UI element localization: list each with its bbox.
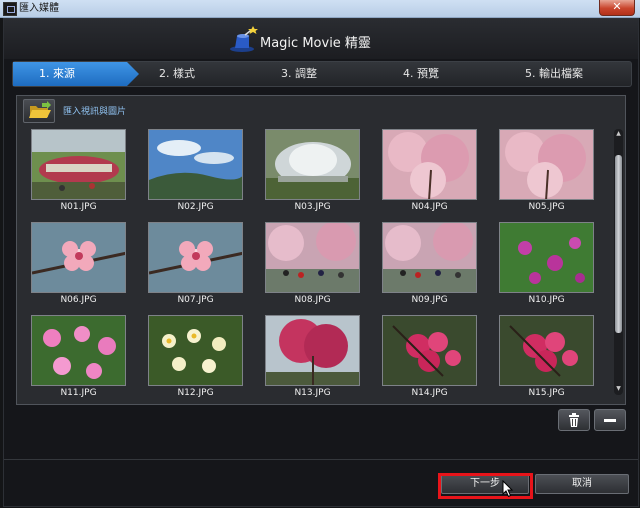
- photo-image[interactable]: [382, 315, 477, 386]
- app-icon: [3, 2, 17, 16]
- step-source[interactable]: 1. 來源: [39, 62, 75, 86]
- photo-filename: N06.JPG: [60, 295, 97, 305]
- wizard-window: 匯入媒體 ✕ Magic Movie 精靈 1. 來源 2. 樣式 3. 調整 …: [0, 0, 640, 508]
- photo-thumbnail[interactable]: N04.JPG: [382, 129, 477, 216]
- scrollbar-thumb[interactable]: [615, 155, 622, 333]
- photo-thumbnail[interactable]: N01.JPG: [31, 129, 126, 216]
- window-title: 匯入媒體: [19, 3, 59, 14]
- wizard-steps: 1. 來源 2. 樣式 3. 調整 4. 預覽 5. 輸出檔案: [12, 61, 632, 87]
- photo-image[interactable]: [265, 315, 360, 386]
- photo-filename: N11.JPG: [60, 388, 97, 398]
- photo-filename: N10.JPG: [528, 295, 565, 305]
- step-preview[interactable]: 4. 預覽: [403, 62, 439, 86]
- photo-thumbnail[interactable]: N05.JPG: [499, 129, 594, 216]
- photo-image[interactable]: [148, 129, 243, 200]
- photo-filename: N02.JPG: [177, 202, 214, 212]
- magic-hat-icon: [230, 26, 258, 52]
- scroll-down-arrow[interactable]: ▼: [615, 386, 622, 392]
- photo-image[interactable]: [382, 129, 477, 200]
- photo-filename: N15.JPG: [528, 388, 565, 398]
- photo-thumbnail[interactable]: N03.JPG: [265, 129, 360, 216]
- minus-icon: [604, 419, 616, 422]
- photo-filename: N01.JPG: [60, 202, 97, 212]
- photo-filename: N13.JPG: [294, 388, 331, 398]
- photo-thumbnail[interactable]: N06.JPG: [31, 222, 126, 309]
- import-media-button[interactable]: [23, 99, 55, 123]
- photo-image[interactable]: [148, 315, 243, 386]
- photo-image[interactable]: [499, 222, 594, 293]
- photo-filename: N07.JPG: [177, 295, 214, 305]
- wizard-header: Magic Movie 精靈: [4, 19, 638, 59]
- folder-open-icon: [29, 101, 51, 118]
- photo-image[interactable]: [31, 129, 126, 200]
- remove-button[interactable]: [594, 409, 626, 431]
- step-adjust[interactable]: 3. 調整: [281, 62, 317, 86]
- import-media-label[interactable]: 匯入視訊與圖片: [63, 104, 126, 117]
- photo-image[interactable]: [382, 222, 477, 293]
- photo-thumbnail[interactable]: N02.JPG: [148, 129, 243, 216]
- next-button[interactable]: 下一步: [441, 474, 529, 494]
- thumbnail-grid: N01.JPG N02.JPG N03.JPG N04.JPG N05.JPG N06.J…: [25, 129, 603, 399]
- step-style[interactable]: 2. 樣式: [159, 62, 195, 86]
- cancel-button[interactable]: 取消: [535, 474, 629, 494]
- photo-thumbnail[interactable]: N14.JPG: [382, 315, 477, 402]
- photo-filename: N03.JPG: [294, 202, 331, 212]
- photo-image[interactable]: [265, 129, 360, 200]
- photo-filename: N09.JPG: [411, 295, 448, 305]
- photo-filename: N08.JPG: [294, 295, 331, 305]
- step-output[interactable]: 5. 輸出檔案: [525, 62, 583, 86]
- photo-filename: N12.JPG: [177, 388, 214, 398]
- active-step-highlight: [13, 62, 139, 86]
- media-panel: 匯入視訊與圖片 N01.JPG N02.JPG N03.JPG N04.JPG N05.…: [16, 95, 626, 405]
- close-button[interactable]: ✕: [599, 0, 635, 16]
- photo-filename: N05.JPG: [528, 202, 565, 212]
- trash-icon: [569, 413, 579, 427]
- photo-thumbnail[interactable]: N12.JPG: [148, 315, 243, 402]
- title-bar: 匯入媒體 ✕: [0, 0, 640, 18]
- photo-thumbnail[interactable]: N15.JPG: [499, 315, 594, 402]
- photo-thumbnail[interactable]: N08.JPG: [265, 222, 360, 309]
- footer-divider: [4, 459, 638, 460]
- wizard-frame: Magic Movie 精靈 1. 來源 2. 樣式 3. 調整 4. 預覽 5…: [3, 18, 639, 507]
- photo-thumbnail[interactable]: N13.JPG: [265, 315, 360, 402]
- photo-image[interactable]: [265, 222, 360, 293]
- photo-filename: N14.JPG: [411, 388, 448, 398]
- photo-thumbnail[interactable]: N09.JPG: [382, 222, 477, 309]
- photo-filename: N04.JPG: [411, 202, 448, 212]
- photo-thumbnail[interactable]: N07.JPG: [148, 222, 243, 309]
- photo-image[interactable]: [31, 222, 126, 293]
- photo-image[interactable]: [31, 315, 126, 386]
- mouse-cursor-icon: [502, 480, 514, 498]
- photo-thumbnail[interactable]: N11.JPG: [31, 315, 126, 402]
- photo-image[interactable]: [148, 222, 243, 293]
- photo-image[interactable]: [499, 315, 594, 386]
- photo-thumbnail[interactable]: N10.JPG: [499, 222, 594, 309]
- delete-button[interactable]: [558, 409, 590, 431]
- photo-image[interactable]: [499, 129, 594, 200]
- scroll-up-arrow[interactable]: ▲: [615, 131, 622, 137]
- app-title: Magic Movie 精靈: [260, 36, 371, 51]
